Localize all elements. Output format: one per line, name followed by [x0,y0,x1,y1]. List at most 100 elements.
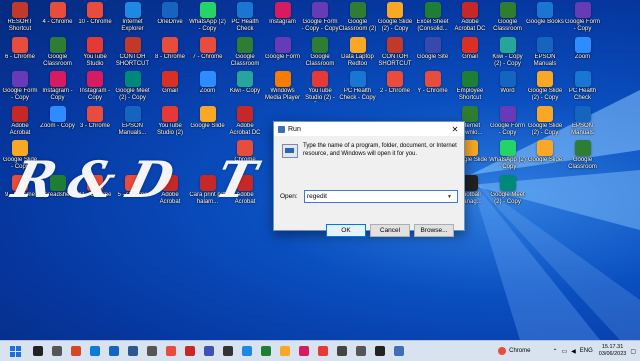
desktop-icon[interactable]: Instagram - Copy [77,71,113,107]
desktop-icon[interactable]: Zoom - Copy [40,105,76,142]
calculator-icon[interactable] [220,343,235,359]
desktop-icon[interactable]: RESORT Shortcut [2,2,38,38]
terminal-icon[interactable] [372,343,387,359]
mail-icon[interactable] [106,343,121,359]
desktop-icon[interactable]: Google Slide (2) - Copy [527,71,563,107]
run-dialog-titlebar[interactable]: Run ✕ [274,122,464,136]
desktop-icon[interactable]: Adobe Acrobat DC [227,105,263,142]
desktop-icon[interactable]: Google Form [265,36,301,73]
desktop-icon[interactable]: Google Form - Copy [2,71,38,107]
desktop-icon[interactable]: Windows Media Player [265,71,301,107]
desktop-icon[interactable]: 6 - Chrome [2,36,38,73]
open-input[interactable] [305,193,447,200]
desktop-icon[interactable]: WhatsApp (2) - Copy [489,140,526,176]
desktop-icon[interactable]: EPSON Manuals [527,36,563,73]
chrome-icon-glyph [165,346,176,356]
desktop-icon[interactable]: CONTOH SHORTCUT [377,36,413,73]
desktop-icon[interactable]: EPSON Manuals... [115,105,151,142]
desktop-icon[interactable]: Adobe Acrobat DC [452,2,488,38]
desktop-icon[interactable]: 8 - Chrome [152,36,188,73]
search-icon[interactable] [30,343,45,359]
desktop-icon[interactable]: YouTube Studio [77,36,113,73]
desktop-icon[interactable]: 4 - Chrome [40,2,76,38]
desktop-icon[interactable]: PC Health Check - Copy [339,71,376,107]
cancel-button[interactable]: Cancel [370,224,410,237]
run-icon[interactable] [391,343,406,359]
excel-icon[interactable] [258,343,273,359]
desktop-icon[interactable]: Google Classroom [302,36,338,73]
language-indicator[interactable]: ENG [580,348,593,354]
desktop-icon[interactable]: Google Form - Copy [490,105,526,142]
desktop-icon[interactable]: Employee Shortcut [452,71,488,107]
desktop-icon[interactable]: Adobe Acrobat [2,105,38,142]
desktop-icon[interactable]: Google Form - Copy [565,2,601,38]
chrome-icon[interactable] [498,347,507,355]
desktop-icon[interactable]: Gmail [152,71,188,107]
desktop-icon[interactable]: Google Slide (2) - Copy [377,2,413,38]
acrobat-icon[interactable] [182,343,197,359]
desktop-icon[interactable]: 7 - Chrome [190,36,226,73]
desktop-icon[interactable]: Google Classroom (2) [339,2,376,38]
edge-icon[interactable] [87,343,102,359]
desktop-icon[interactable]: YouTube Studio (2) [152,105,188,142]
desktop-icon[interactable]: CONTOH SHORTCUT [115,36,151,73]
start-button[interactable] [4,343,26,359]
desktop-icon[interactable]: Instagram [265,2,301,38]
desktop-icon[interactable]: Kiwi - Copy [227,71,263,107]
network-icon[interactable]: ▭ [561,348,567,355]
desktop-icon[interactable]: Google Meet (2) - Copy [115,71,151,107]
close-icon[interactable]: ✕ [446,122,464,136]
desktop-icon[interactable]: Excel Sheet (Consolid... [415,2,451,38]
photos-icon[interactable] [239,343,254,359]
desktop-icon[interactable]: 2 - Chrome [377,71,413,107]
desktop-icon[interactable]: 3 - Chrome [77,105,113,142]
desktop-icon[interactable]: Gmail [452,36,488,73]
browse-button[interactable]: Browse... [414,224,454,237]
desktop-icon[interactable]: Kiwi - Copy (2) - Copy [490,36,526,73]
desktop-icon[interactable]: WhatsApp (2) - Copy [189,2,226,38]
chrome-icon[interactable] [163,343,178,359]
explorer-icon[interactable] [277,343,292,359]
clock[interactable]: 15.17.31 03/06/2023 [599,344,627,358]
powerpoint-icon[interactable] [68,343,83,359]
desktop-icon[interactable]: Y - Chrome [415,71,451,107]
desktop-icon[interactable]: 10 - Chrome [77,2,113,38]
desktop-icon[interactable]: Google Classroom [565,140,601,176]
anydesk-icon[interactable] [315,343,330,359]
camera-icon[interactable] [334,343,349,359]
desktop-icon[interactable]: Google Classroom [40,36,76,73]
desktop-icon[interactable]: Google Slide [190,105,226,142]
desktop-icon[interactable]: Google Meet (2) - Copy [490,174,526,211]
chevron-down-icon[interactable]: ▼ [447,194,452,200]
task-view-icon[interactable] [49,343,64,359]
desktop-icon[interactable]: PC Health Check [565,71,601,107]
desktop-icon[interactable]: YouTube Studio (2) - Copy [302,71,338,107]
desktop-icon[interactable]: PC Health Check [227,2,263,38]
chevron-up-icon[interactable]: ⌃ [552,348,557,355]
desktop-icon[interactable]: Google Slide [527,140,563,176]
desktop-icon[interactable]: Google Form - Copy - Copy [301,2,339,38]
desktop-icon[interactable]: Zoom [565,36,601,73]
settings-icon[interactable] [353,343,368,359]
desktop-icon[interactable]: Data Laptop Redtoo [340,36,376,73]
desktop-icon[interactable]: EPSON Manuals [565,105,601,142]
desktop-icon[interactable]: Word [490,71,526,107]
store-icon[interactable] [144,343,159,359]
desktop-icon[interactable]: OneDrive [152,2,188,38]
open-combobox[interactable]: ▼ [304,190,458,203]
notification-icon[interactable]: ▢ [630,348,636,355]
desktop-icon[interactable]: Google Classroom [227,36,263,73]
calendar-icon[interactable] [201,343,216,359]
ok-button[interactable]: OK [326,224,366,237]
paint-icon[interactable] [296,343,311,359]
tray-app-label[interactable]: Chrome [509,348,530,354]
desktop-icon[interactable]: Zoom [190,71,226,107]
desktop-icon[interactable]: Google Site [415,36,451,73]
desktop-icon[interactable]: Internet Explorer [115,2,151,38]
desktop-icon[interactable]: Google Slide (2) - Copy [527,105,563,142]
volume-icon[interactable]: ◀ [571,348,576,355]
desktop-icon[interactable]: Google Classroom [490,2,526,38]
word-icon[interactable] [125,343,140,359]
desktop-icon[interactable]: Google Books [526,2,564,38]
desktop-icon[interactable]: Instagram - Copy [40,71,76,107]
